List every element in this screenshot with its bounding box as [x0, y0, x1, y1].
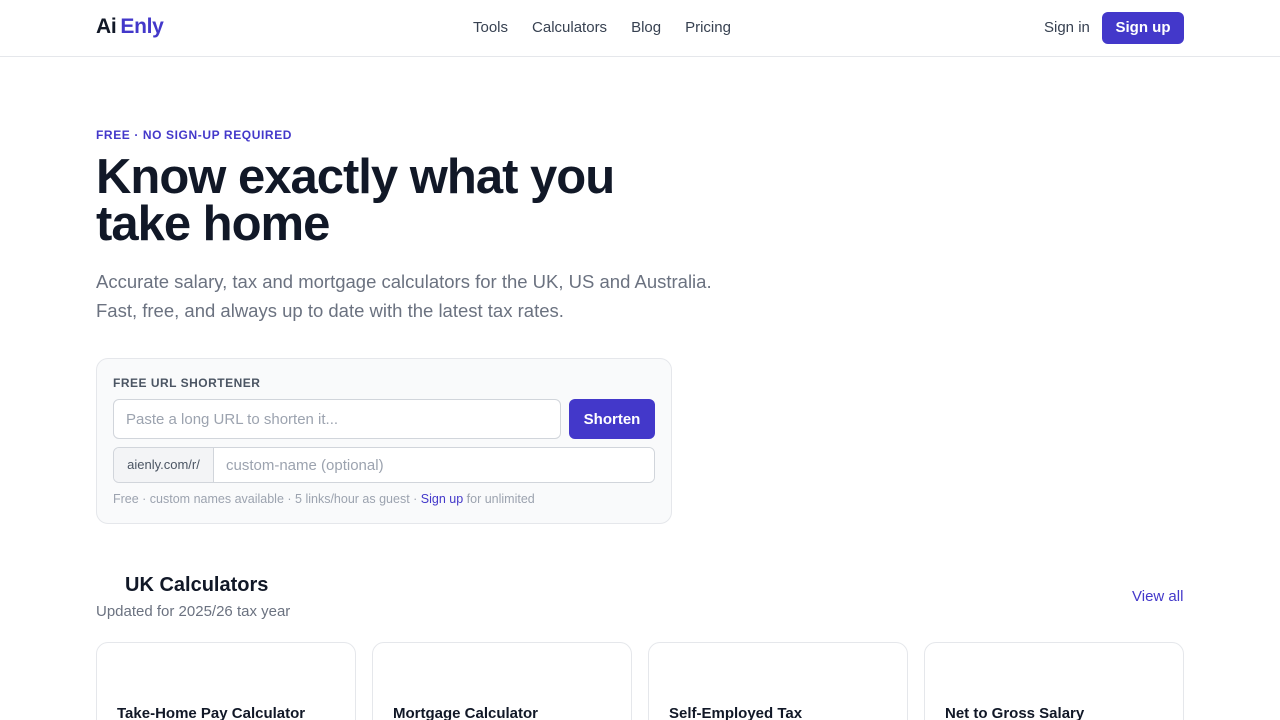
shortener-note-text: Free · custom names available · 5 links/… [113, 492, 421, 506]
sign-up-button[interactable]: Sign up [1102, 12, 1184, 44]
nav-link-pricing[interactable]: Pricing [685, 19, 731, 36]
url-prefix: aienly.com/r/ [114, 448, 214, 482]
logo[interactable]: Ai Enly [96, 15, 164, 39]
logo-text-ai: Ai [96, 15, 117, 38]
nav-links: Tools Calculators Blog Pricing [473, 19, 731, 36]
uk-section-icon [100, 576, 118, 594]
nav-link-calculators[interactable]: Calculators [532, 19, 607, 36]
hero-subheading: Accurate salary, tax and mortgage calcul… [96, 271, 712, 321]
long-url-input[interactable] [113, 399, 561, 439]
shortener-note-suffix: for unlimited [463, 492, 535, 506]
custom-name-input[interactable] [214, 448, 654, 482]
note-sign-up-link[interactable]: Sign up [421, 492, 463, 506]
uk-section-title: UK Calculators [125, 574, 269, 596]
calculator-card-take-home-pay[interactable]: Take-Home Pay Calculator [96, 642, 356, 720]
sign-in-link[interactable]: Sign in [1044, 19, 1090, 36]
shorten-button[interactable]: Shorten [569, 399, 655, 439]
url-shortener-panel: FREE URL SHORTENER Shorten aienly.com/r/… [96, 358, 672, 524]
url-shortener-label: FREE URL SHORTENER [113, 376, 261, 390]
hero-eyebrow: FREE · NO SIGN-UP REQUIRED [96, 128, 293, 142]
card-title: Net to Gross Salary [945, 705, 1085, 720]
logo-text-enly: Enly [120, 15, 164, 38]
nav-link-tools[interactable]: Tools [473, 19, 508, 36]
hero-headline: Know exactly what you take home [96, 150, 615, 251]
custom-name-field: aienly.com/r/ [113, 447, 655, 483]
calculator-card-mortgage[interactable]: Mortgage Calculator [372, 642, 632, 720]
card-title: Self-Employed Tax [669, 705, 803, 720]
calculator-card-net-to-gross[interactable]: Net to Gross Salary [924, 642, 1184, 720]
uk-section-subtitle: Updated for 2025/26 tax year [96, 603, 291, 620]
view-all-link[interactable]: View all [1132, 588, 1183, 605]
calculator-card-self-employed-tax[interactable]: Self-Employed Tax [648, 642, 908, 720]
nav-link-blog[interactable]: Blog [631, 19, 661, 36]
shortener-note: Free · custom names available · 5 links/… [113, 492, 535, 506]
top-navigation: Ai Enly Tools Calculators Blog Pricing Si… [0, 0, 1280, 57]
card-title: Take-Home Pay Calculator [117, 705, 306, 720]
card-title: Mortgage Calculator [393, 705, 539, 720]
